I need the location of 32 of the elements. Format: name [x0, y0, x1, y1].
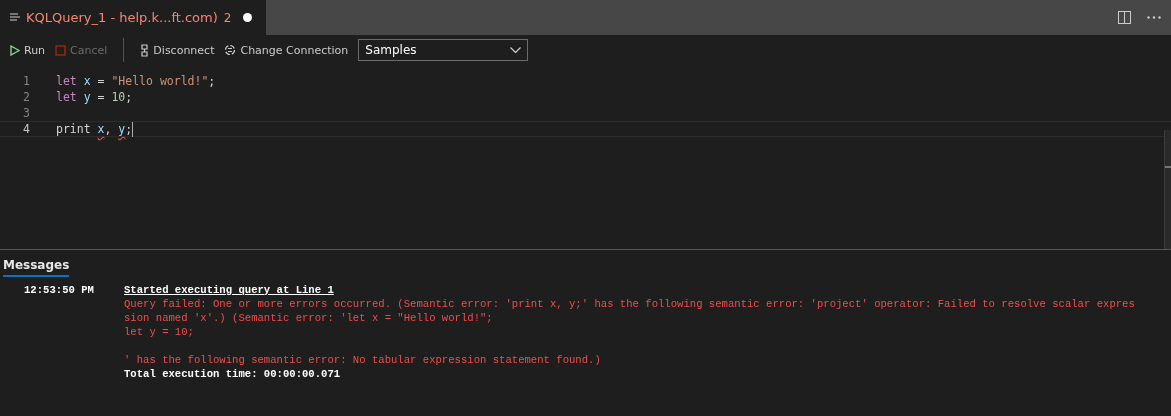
- message-header: Started executing query at Line 1: [124, 284, 334, 296]
- play-icon: [10, 44, 20, 56]
- error-line: ' has the following semantic error: No tabular expression statement found.): [124, 354, 601, 366]
- chevron-down-icon: [510, 47, 522, 53]
- editor-tab[interactable]: KQLQuery_1 - help.k...ft.com) 2: [0, 0, 267, 35]
- database-dropdown[interactable]: Samples: [358, 39, 529, 61]
- file-lines-icon: [10, 13, 20, 22]
- connection-button[interactable]: Change Connection: [222, 43, 351, 57]
- code-line: let x = "Hello world!";: [56, 74, 216, 88]
- line-number: 1: [22, 74, 31, 88]
- line-number: 3: [22, 106, 31, 120]
- stop-icon: [55, 44, 67, 56]
- refresh-icon: [224, 44, 237, 56]
- disconnect-button[interactable]: Disconnect: [138, 43, 217, 57]
- messages-tab[interactable]: Messages: [3, 258, 70, 277]
- error-line: let y = 10;: [124, 326, 194, 338]
- split-editor-icon[interactable]: [1118, 11, 1131, 24]
- tab-title: KQLQuery_1 - help.k...ft.com): [26, 10, 218, 25]
- line-number: 4: [22, 122, 31, 136]
- line-number: 2: [22, 90, 31, 104]
- code-line: let y = 10;: [56, 90, 133, 104]
- message-time: 12:53:50 PM: [24, 284, 94, 296]
- execution-time: Total execution time: 00:00:00.071: [124, 368, 341, 380]
- error-line: sion named 'x'.) (Semantic error: 'let x = "Hello world!";: [124, 312, 493, 324]
- run-button[interactable]: Run: [8, 43, 48, 57]
- code-line: print x, y;: [56, 122, 133, 136]
- link-icon: [140, 43, 150, 57]
- text-cursor: [132, 121, 134, 137]
- more-icon[interactable]: [1147, 16, 1161, 19]
- error-line: Query failed: One or more errors occurred. (Semantic error: 'print x, y;' has the following semantic error: 'project' operator: Failed to resolve scalar expres: [124, 298, 1135, 310]
- scrollbar[interactable]: [1164, 130, 1171, 249]
- problem-count: 2: [223, 10, 232, 25]
